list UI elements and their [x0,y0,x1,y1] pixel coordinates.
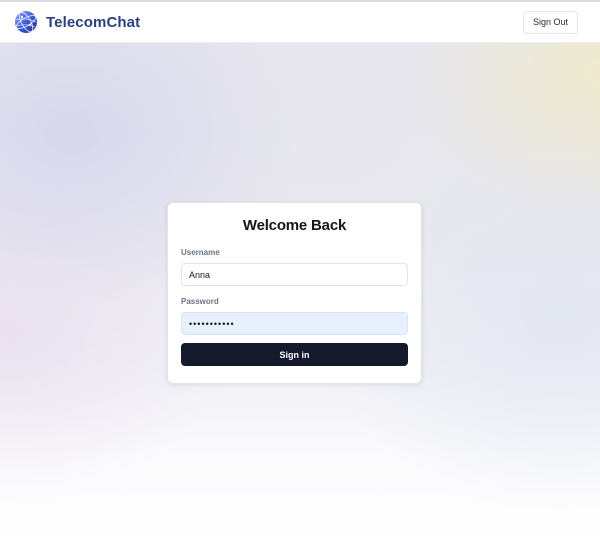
brand-name: TelecomChat [46,13,141,31]
brand[interactable]: TelecomChat [14,10,140,34]
password-input[interactable] [181,312,408,335]
top-navbar: TelecomChat Sign Out [0,0,600,43]
sign-out-button[interactable]: Sign Out [522,10,578,34]
username-label: Username [181,248,220,257]
sign-in-button[interactable]: Sign in [181,343,408,366]
password-label: Password [181,297,219,306]
login-card: Welcome Back Username Password Sign in [167,202,422,384]
globe-icon [15,11,37,33]
username-input[interactable] [181,263,408,286]
login-title: Welcome Back [242,217,347,234]
